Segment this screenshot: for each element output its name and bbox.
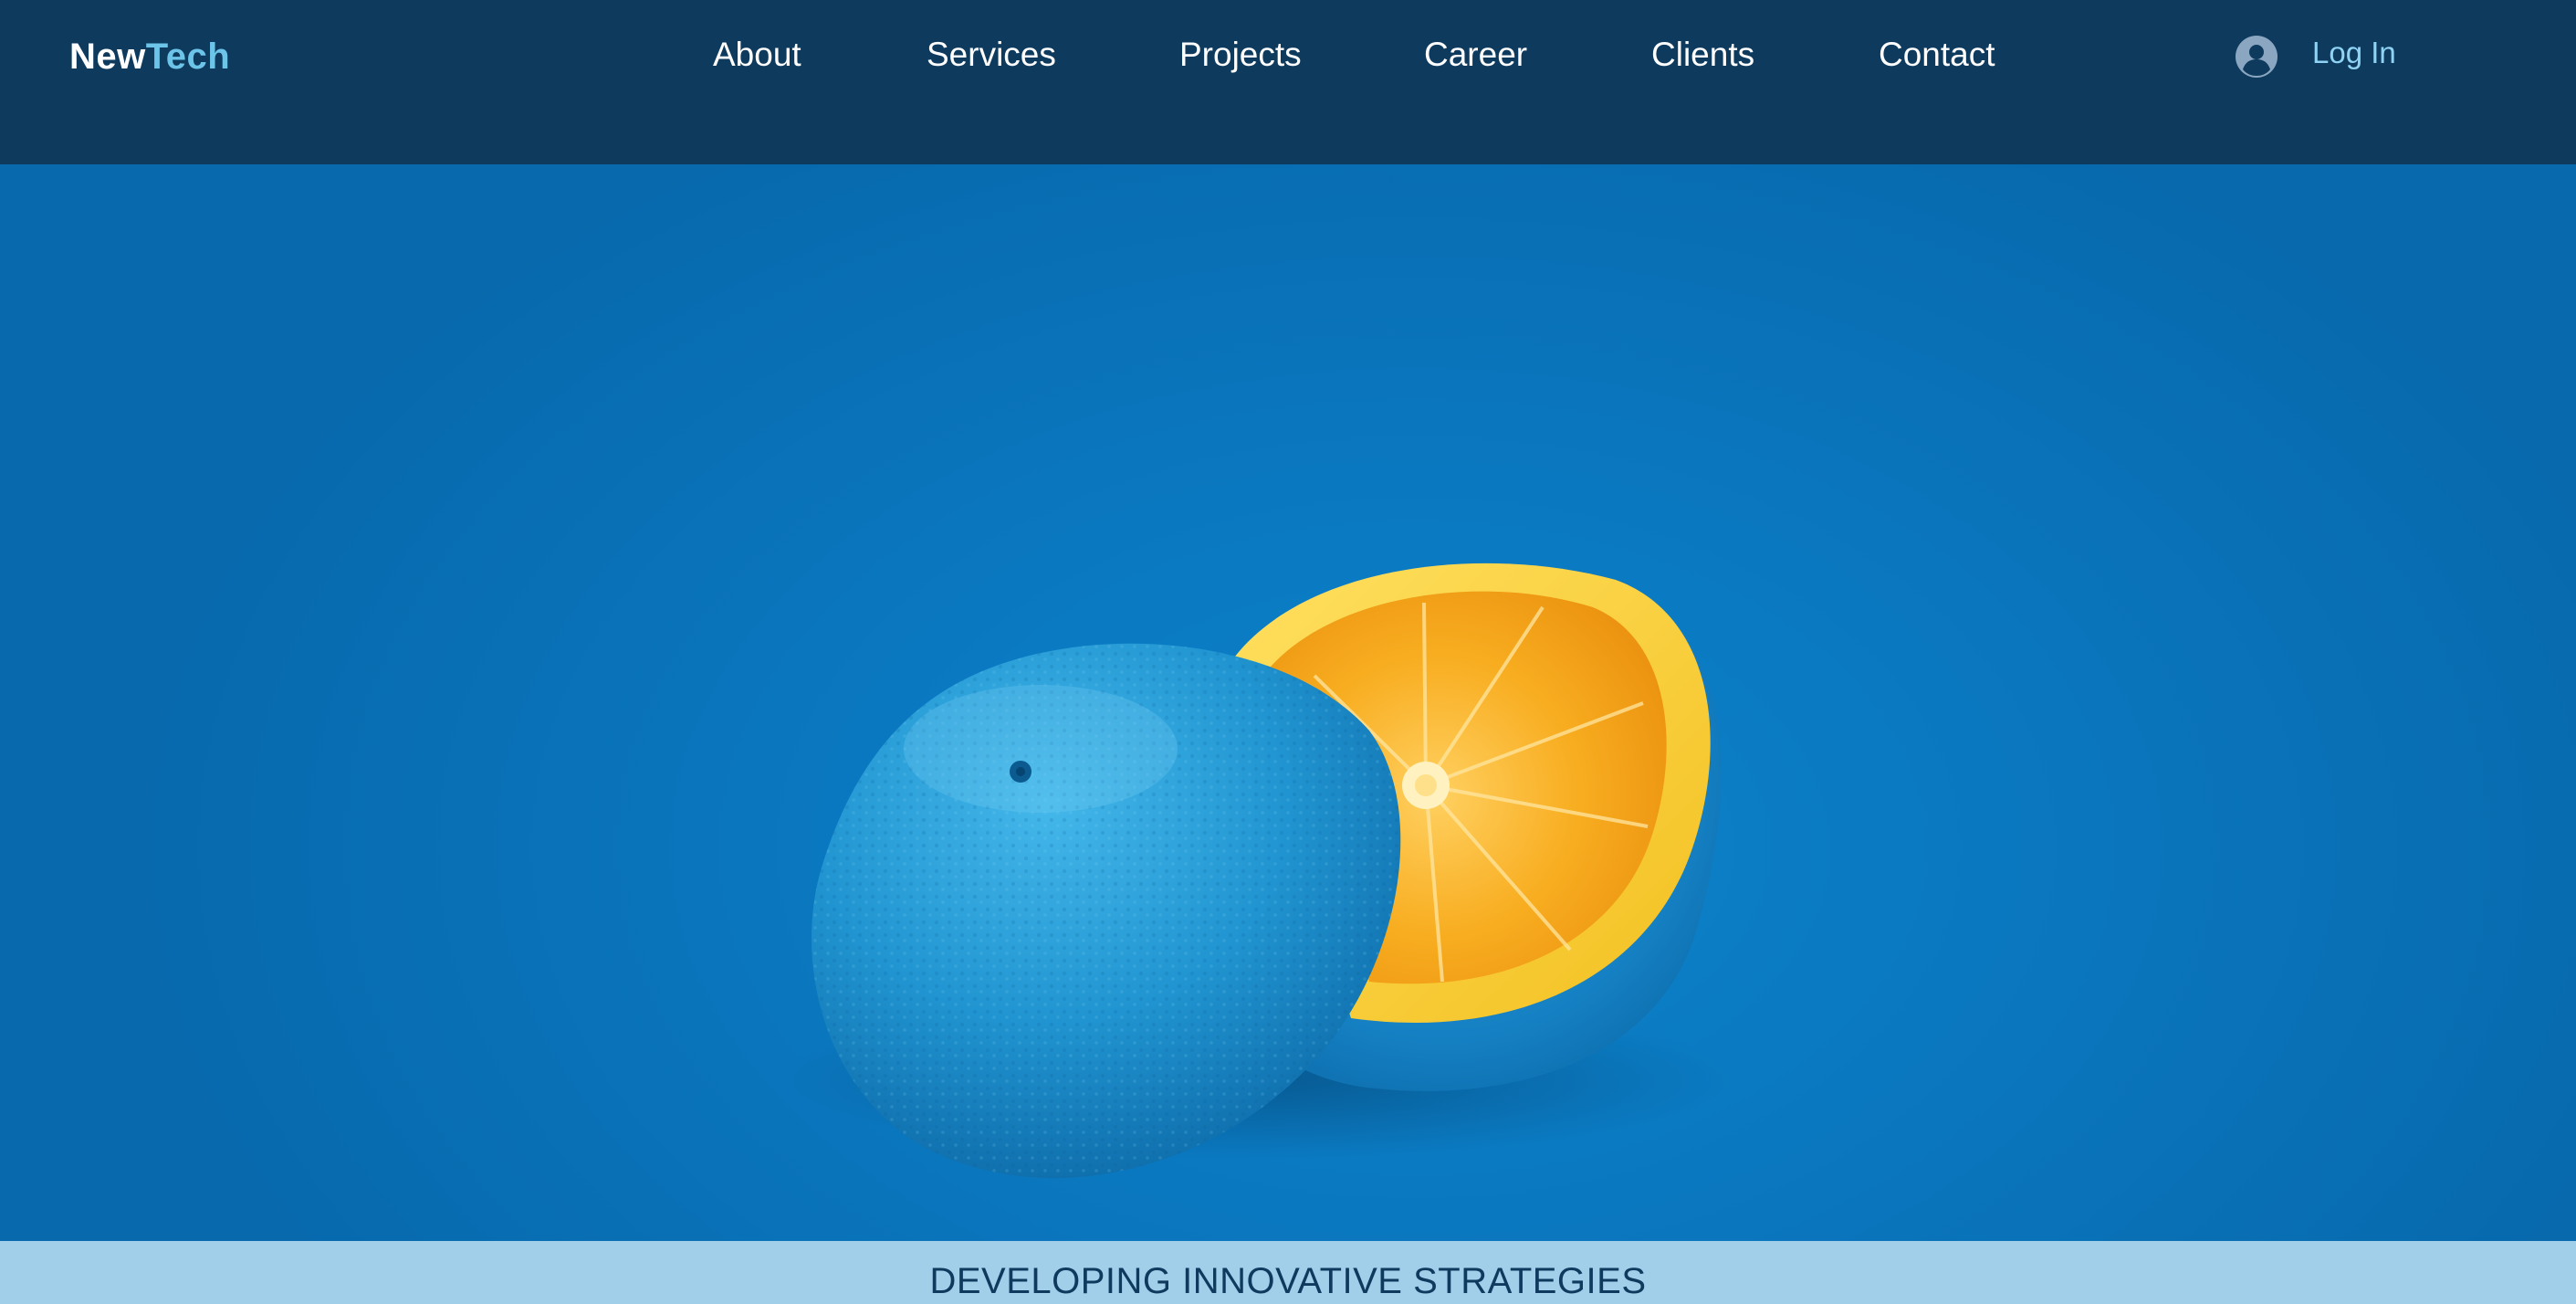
nav-item-career[interactable]: Career xyxy=(1424,31,1527,79)
tagline-banner: DEVELOPING INNOVATIVE STRATEGIES xyxy=(0,1241,2576,1304)
site-header: NewTech About Services Projects Career C… xyxy=(0,0,2576,164)
logo-text-new: New xyxy=(69,37,146,77)
user-avatar-icon xyxy=(2236,36,2278,78)
login-button[interactable]: Log In xyxy=(2236,33,2396,80)
hero-orange-image xyxy=(785,563,1734,1179)
page: NewTech About Services Projects Career C… xyxy=(0,0,2576,1304)
nav-item-projects[interactable]: Projects xyxy=(1179,31,1302,79)
hero-section xyxy=(0,164,2576,1304)
site-logo[interactable]: NewTech xyxy=(69,35,230,79)
logo-text-tech: Tech xyxy=(145,37,231,77)
login-label: Log In xyxy=(2312,36,2396,69)
tagline-text: DEVELOPING INNOVATIVE STRATEGIES xyxy=(929,1261,1647,1301)
nav-item-contact[interactable]: Contact xyxy=(1879,31,1995,79)
nav-item-services[interactable]: Services xyxy=(927,31,1056,79)
nav-item-clients[interactable]: Clients xyxy=(1651,31,1754,79)
nav-item-about[interactable]: About xyxy=(713,31,801,79)
